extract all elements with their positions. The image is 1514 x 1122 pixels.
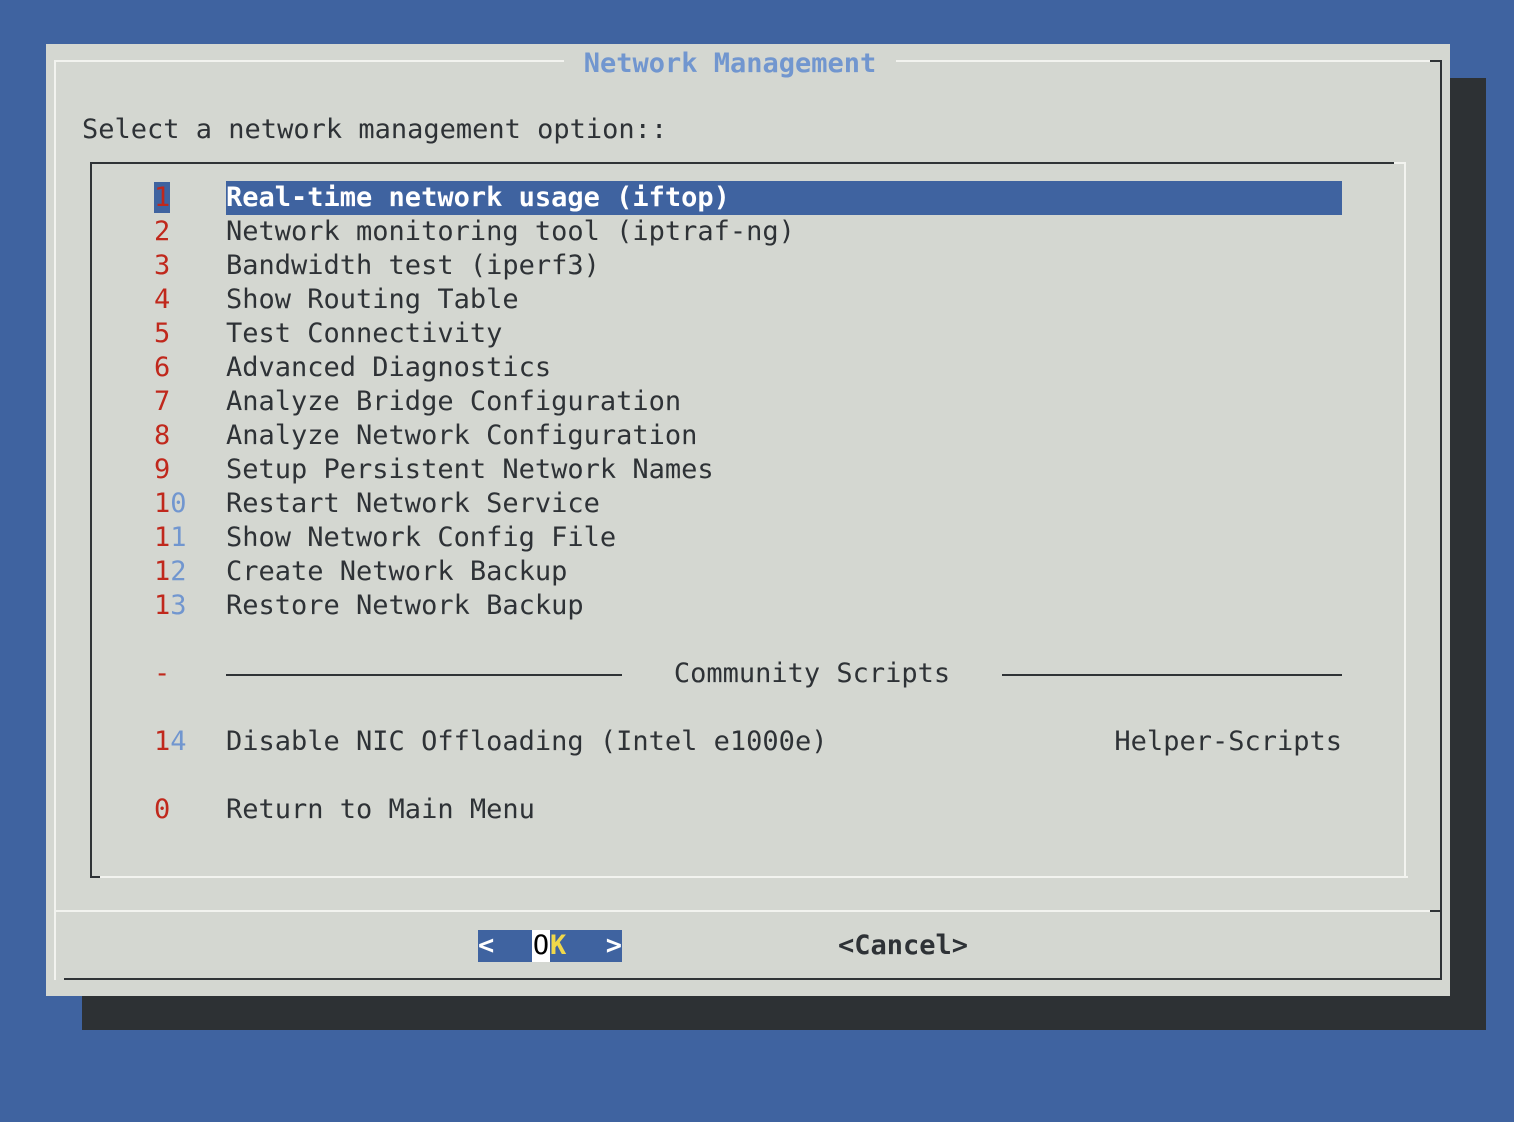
menu-item-number: 11 <box>154 522 187 553</box>
menu-item-label: Analyze Network Configuration <box>226 420 698 451</box>
button-divider-tick <box>1430 910 1442 912</box>
ok-right-bracket: > <box>605 930 622 961</box>
menu-item-label: Return to Main Menu <box>226 794 535 825</box>
ok-cursor-letter: O <box>532 930 550 962</box>
menu-item-label: Create Network Backup <box>226 556 568 587</box>
menu-item-label: Real-time network usage (iftop) <box>226 181 1342 215</box>
menu-item-1[interactable]: 1 Real-time network usage (iftop) <box>154 181 1342 215</box>
menu-item-6[interactable]: 6 Advanced Diagnostics <box>154 351 1342 385</box>
menu-item-label: Network monitoring tool (iptraf-ng) <box>226 216 795 247</box>
menu-item-4[interactable]: 4 Show Routing Table <box>154 283 1342 317</box>
menu-item-8[interactable]: 8 Analyze Network Configuration <box>154 419 1342 453</box>
menu-item-2[interactable]: 2 Network monitoring tool (iptraf-ng) <box>154 215 1342 249</box>
ok-hotkey-letter: K <box>550 930 567 961</box>
frame-top-right-tick <box>1430 60 1442 62</box>
menu-item-number: 8 <box>154 420 171 451</box>
menu-item-14[interactable]: 14 Disable NIC Offloading (Intel e1000e)… <box>154 725 1342 759</box>
menu-item-number: 12 <box>154 556 187 587</box>
menu-item-label: Setup Persistent Network Names <box>226 454 714 485</box>
network-management-dialog: Network Management Select a network mana… <box>46 44 1450 996</box>
list-frame-top <box>90 162 1406 164</box>
menu-item-13[interactable]: 13 Restore Network Backup <box>154 589 1342 623</box>
menu-item-number: 9 <box>154 454 171 485</box>
frame-left-line <box>54 60 56 980</box>
menu-item-label: Show Network Config File <box>226 522 617 553</box>
menu-item-number: 7 <box>154 386 171 417</box>
frame-bottom-line <box>64 978 1442 980</box>
menu-item-number: 14 <box>154 726 187 757</box>
menu-item-number: 10 <box>154 488 187 519</box>
menu-item-number: 1 <box>154 182 171 213</box>
menu-item-label: Bandwidth test (iperf3) <box>226 250 600 281</box>
menu-item-label: Advanced Diagnostics <box>226 352 552 383</box>
list-frame-bottom <box>100 876 1408 878</box>
menu-item-12[interactable]: 12 Create Network Backup <box>154 555 1342 589</box>
menu-item-10[interactable]: 10 Restart Network Service <box>154 487 1342 521</box>
menu-item-label: Restart Network Service <box>226 488 600 519</box>
separator-row: - Community Scripts <box>154 657 1342 691</box>
menu-item-return[interactable]: 0 Return to Main Menu <box>154 793 1342 827</box>
cancel-button[interactable]: <Cancel> <box>838 930 968 962</box>
separator-label: Community Scripts <box>622 657 1002 691</box>
list-frame-left <box>90 162 92 878</box>
menu-item-3[interactable]: 3 Bandwidth test (iperf3) <box>154 249 1342 283</box>
separator-marker: - <box>154 658 171 689</box>
frame-right-line <box>1440 60 1442 980</box>
menu-item-tag: Helper-Scripts <box>1114 726 1342 757</box>
menu-item-label: Test Connectivity <box>226 318 503 349</box>
ok-left-bracket: < <box>478 930 495 961</box>
ok-button[interactable]: < O K > <box>478 930 622 962</box>
menu-item-number: 13 <box>154 590 187 621</box>
list-frame-bottom-tick <box>90 876 100 878</box>
menu-item-number: 5 <box>154 318 171 349</box>
list-frame-top-right <box>1394 162 1406 164</box>
menu-item-number: 2 <box>154 216 171 247</box>
list-frame-right <box>1404 162 1406 878</box>
menu-item-5[interactable]: 5 Test Connectivity <box>154 317 1342 351</box>
menu-item-label: Disable NIC Offloading (Intel e1000e) <box>226 726 828 757</box>
dialog-title: Network Management <box>564 48 896 79</box>
menu-item-9[interactable]: 9 Setup Persistent Network Names <box>154 453 1342 487</box>
menu-item-label: Restore Network Backup <box>226 590 584 621</box>
menu-item-number: 3 <box>154 250 171 281</box>
menu-item-7[interactable]: 7 Analyze Bridge Configuration <box>154 385 1342 419</box>
menu-item-number: 4 <box>154 284 171 315</box>
menu-item-number: 6 <box>154 352 171 383</box>
menu-item-label: Analyze Bridge Configuration <box>226 386 682 417</box>
menu-item-11[interactable]: 11 Show Network Config File <box>154 521 1342 555</box>
menu-item-label: Show Routing Table <box>226 284 519 315</box>
button-divider-light <box>56 910 1432 912</box>
dialog-prompt: Select a network management option:: <box>82 114 668 145</box>
menu-item-number: 0 <box>154 794 171 825</box>
